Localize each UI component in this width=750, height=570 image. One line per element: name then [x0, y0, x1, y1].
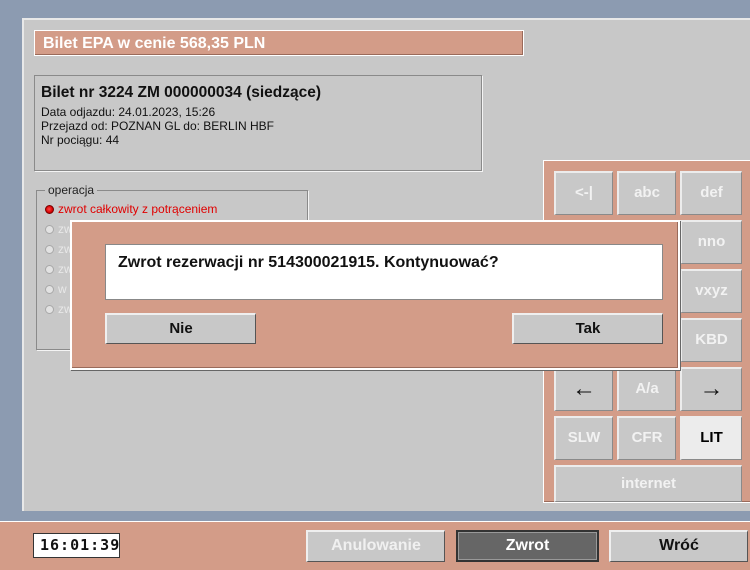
yes-button[interactable]: Tak: [512, 313, 663, 344]
key-backspace[interactable]: <-|: [554, 171, 613, 215]
clock: 16:01:39: [33, 533, 120, 558]
operation-legend: operacja: [45, 183, 98, 197]
back-button[interactable]: Wróć: [609, 530, 748, 562]
key-abc[interactable]: abc: [617, 171, 676, 215]
key-mno[interactable]: nno: [680, 220, 742, 264]
radio-selected-icon[interactable]: [45, 205, 54, 215]
radio-icon[interactable]: [45, 245, 54, 255]
operation-option-5[interactable]: w: [45, 282, 67, 296]
key-internet[interactable]: internet: [554, 465, 742, 502]
left-arrow-icon[interactable]: ←: [554, 367, 613, 411]
option-label: zwrot całkowity z potrąceniem: [58, 202, 218, 216]
route: Przejazd od: POZNAN GL do: BERLIN HBF: [41, 119, 274, 133]
key-lit[interactable]: LIT: [680, 416, 742, 460]
ticket-title: Bilet nr 3224 ZM 000000034 (siedzące): [41, 84, 322, 101]
no-button[interactable]: Nie: [105, 313, 256, 344]
key-def[interactable]: def: [680, 171, 742, 215]
radio-icon[interactable]: [45, 285, 54, 295]
confirm-dialog: Zwrot rezerwacji nr 514300021915. Kontyn…: [70, 220, 680, 370]
refund-button[interactable]: Zwrot: [456, 530, 599, 562]
operation-option-6[interactable]: zw: [45, 302, 73, 316]
cancel-button[interactable]: Anulowanie: [306, 530, 445, 562]
ticket-info: Bilet nr 3224 ZM 000000034 (siedzące) Da…: [34, 75, 482, 171]
operation-option-4[interactable]: zw: [45, 262, 73, 276]
radio-icon[interactable]: [45, 305, 54, 315]
option-label: w: [58, 282, 67, 296]
radio-icon[interactable]: [45, 265, 54, 275]
radio-icon[interactable]: [45, 225, 54, 235]
departure-date: Data odjazdu: 24.01.2023, 15:26: [41, 105, 216, 119]
operation-option-3[interactable]: zw: [45, 242, 73, 256]
key-wxyz[interactable]: vxyz: [680, 269, 742, 313]
bottom-bar: 16:01:39 Anulowanie Zwrot Wróć: [0, 521, 750, 570]
key-cfr[interactable]: CFR: [617, 416, 676, 460]
page-title: Bilet EPA w cenie 568,35 PLN: [34, 30, 524, 56]
operation-option-2[interactable]: zw: [45, 222, 73, 236]
train-number: Nr pociągu: 44: [41, 133, 120, 147]
key-case-toggle[interactable]: A/a: [617, 367, 676, 411]
dialog-message: Zwrot rezerwacji nr 514300021915. Kontyn…: [105, 244, 663, 300]
key-kbd[interactable]: KBD: [680, 318, 742, 362]
right-arrow-icon[interactable]: →: [680, 367, 742, 411]
key-slw[interactable]: SLW: [554, 416, 613, 460]
operation-option-full-refund[interactable]: zwrot całkowity z potrąceniem: [45, 202, 217, 216]
